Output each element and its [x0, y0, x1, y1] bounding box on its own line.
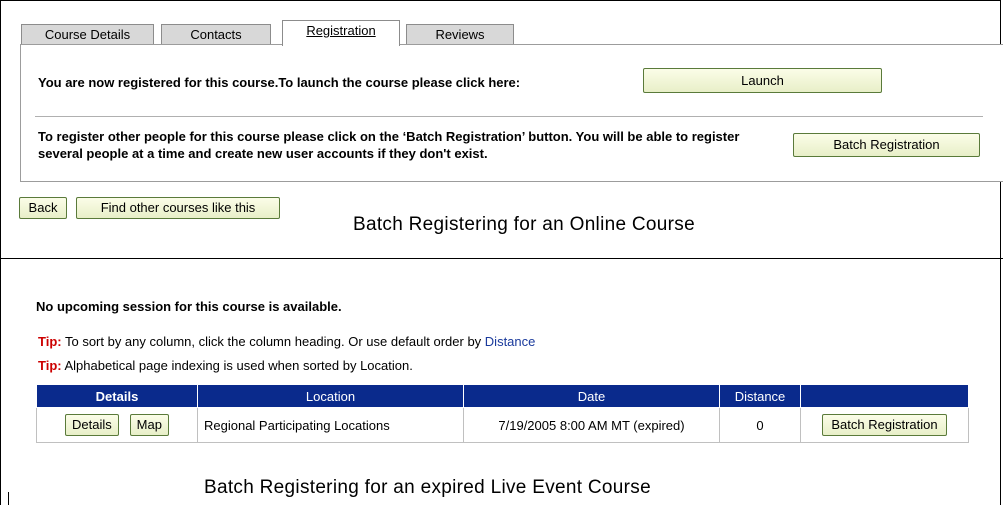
location-cell: Regional Participating Locations	[197, 407, 464, 443]
distance-cell: 0	[719, 407, 801, 443]
map-button[interactable]: Map	[129, 414, 169, 436]
tip-indexing-text: Alphabetical page indexing is used when …	[61, 358, 413, 373]
tab-registration[interactable]: Registration	[282, 20, 400, 46]
sessions-table: Details Location Date Distance Details M…	[36, 384, 969, 443]
caption-live-event-course: Batch Registering for an expired Live Ev…	[204, 477, 651, 498]
tip-indexing: Tip: Alphabetical page indexing is used …	[38, 358, 413, 373]
tip-sort: Tip: To sort by any column, click the co…	[38, 334, 535, 349]
batch-registration-message: To register other people for this course…	[38, 129, 740, 161]
row-batch-registration-button[interactable]: Batch Registration	[822, 414, 947, 436]
date-cell: 7/19/2005 8:00 AM MT (expired)	[463, 407, 720, 443]
panel-divider	[35, 116, 983, 117]
column-header-date[interactable]: Date	[463, 384, 720, 408]
details-button[interactable]: Details	[65, 414, 119, 436]
batch-registration-button[interactable]: Batch Registration	[793, 133, 980, 157]
no-session-message: No upcoming session for this course is a…	[36, 299, 342, 314]
back-button[interactable]: Back	[19, 197, 67, 219]
column-header-actions	[800, 384, 969, 408]
find-similar-courses-button[interactable]: Find other courses like this	[76, 197, 280, 219]
column-header-details[interactable]: Details	[36, 384, 198, 408]
caption-online-course: Batch Registering for an Online Course	[353, 214, 695, 235]
tab-course-details[interactable]: Course Details	[21, 24, 154, 44]
tip-sort-text: To sort by any column, click the column …	[61, 334, 485, 349]
distance-link[interactable]: Distance	[485, 334, 536, 349]
registration-panel: You are now registered for this course.T…	[20, 44, 1003, 182]
actions-cell: Batch Registration	[800, 407, 969, 443]
tip-label: Tip:	[38, 358, 62, 373]
table-header-row: Details Location Date Distance	[36, 384, 969, 408]
section-divider	[0, 258, 1003, 259]
details-cell: Details Map	[36, 407, 198, 443]
tab-reviews[interactable]: Reviews	[406, 24, 514, 44]
launch-button[interactable]: Launch	[643, 68, 882, 93]
tip-label: Tip:	[38, 334, 62, 349]
table-row: Details Map Regional Participating Locat…	[36, 407, 969, 443]
tab-contacts[interactable]: Contacts	[161, 24, 271, 44]
frame-edge	[8, 492, 9, 505]
column-header-location[interactable]: Location	[197, 384, 464, 408]
column-header-distance[interactable]: Distance	[719, 384, 801, 408]
registered-message: You are now registered for this course.T…	[38, 75, 521, 90]
